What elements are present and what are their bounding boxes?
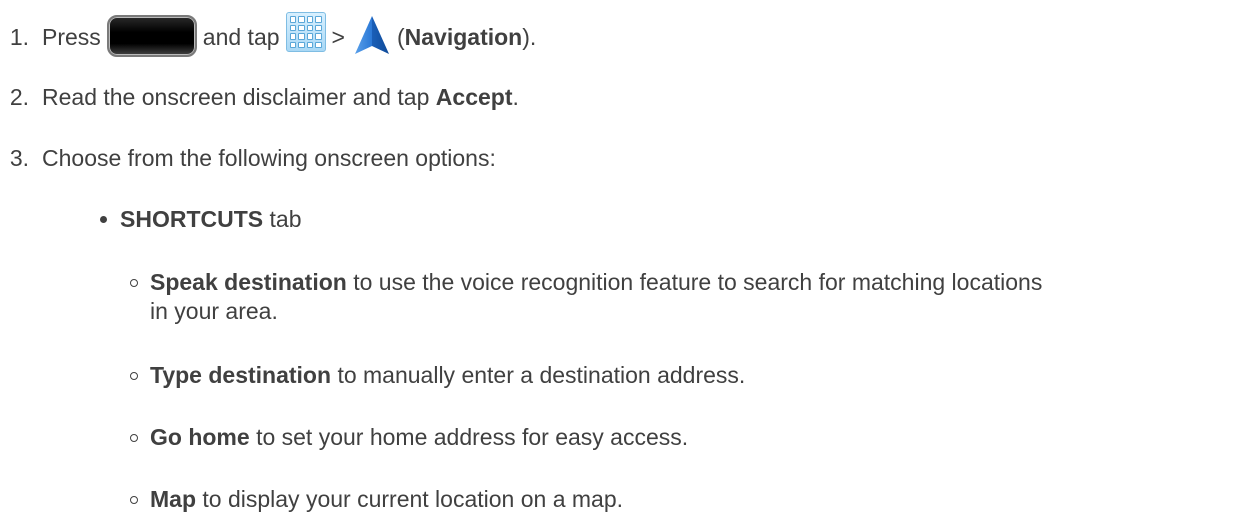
option-map: Map to display your current location on … [130, 485, 623, 514]
step-2-number: 2. [9, 84, 29, 110]
shortcuts-tab-text: tab [269, 206, 302, 232]
step-2-accept-label: Accept [435, 84, 513, 110]
step-3-number: 3. [9, 145, 29, 171]
step-2-tail: . [512, 84, 519, 110]
step-1-number: 1. [9, 24, 29, 51]
step-1-navigation-label: Navigation [404, 24, 523, 51]
step-3-text: Choose from the following onscreen optio… [42, 145, 496, 171]
step-1-separator: > [331, 24, 345, 51]
step-1-paren-open: ( [396, 24, 405, 51]
step-1: 1. Press and tap > (Navigation). [0, 12, 537, 57]
option-speak-destination-label: Speak destination [150, 269, 347, 295]
step-1-and-tap-text: and tap [202, 24, 280, 51]
bullet-circle [130, 434, 138, 442]
bullet-circle [130, 496, 138, 504]
apps-grid-icon [285, 12, 326, 52]
option-go-home: Go home to set your home address for eas… [130, 423, 688, 452]
option-speak-destination-text-cont: in your area. [150, 298, 278, 324]
option-speak-destination-text: to use the voice recognition feature to … [353, 269, 1043, 295]
option-go-home-label: Go home [150, 424, 250, 450]
bullet-dot [100, 215, 107, 223]
step-2-text: Read the onscreen disclaimer and tap [42, 84, 430, 110]
option-map-label: Map [150, 486, 196, 512]
shortcuts-tab-label: SHORTCUTS [120, 206, 264, 232]
option-type-destination: Type destination to manually enter a des… [130, 361, 745, 390]
option-type-destination-label: Type destination [150, 362, 332, 388]
option-go-home-text: to set your home address for easy access… [256, 424, 689, 450]
option-type-destination-text: to manually enter a destination address. [337, 362, 746, 388]
bullet-circle [130, 372, 138, 380]
step-3: 3. Choose from the following onscreen opt… [0, 144, 496, 172]
step-1-paren-close: ). [522, 24, 537, 51]
step-1-press-text: Press [42, 24, 101, 51]
option-speak-destination: Speak destination to use the voice recog… [130, 268, 1042, 326]
navigation-arrow-icon [354, 16, 389, 54]
option-map-text: to display your current location on a ma… [202, 486, 624, 512]
home-key-icon [106, 15, 197, 57]
shortcuts-tab-bullet: SHORTCUTS tab [100, 205, 302, 233]
step-2: 2. Read the onscreen disclaimer and tap A… [0, 83, 519, 111]
bullet-circle [130, 279, 138, 287]
